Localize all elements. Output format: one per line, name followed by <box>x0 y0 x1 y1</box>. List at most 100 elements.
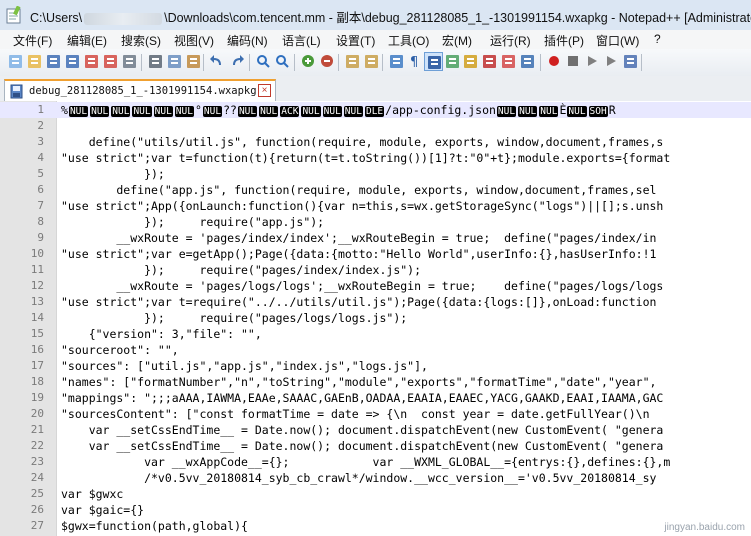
sync-vertical-icon[interactable] <box>343 52 362 71</box>
cut-icon[interactable] <box>146 52 165 71</box>
line-text: }); require("pages/index/index.js"); <box>61 262 421 278</box>
find-icon[interactable] <box>254 52 273 71</box>
control-char-badge: NUL <box>496 106 517 117</box>
code-text: }); require("app.js"); <box>61 215 325 229</box>
code-line: 5 }); <box>0 166 751 182</box>
code-line: 3 define("utils/util.js", function(requi… <box>0 134 751 150</box>
control-char-badge: NUL <box>539 106 559 117</box>
menu-item-12[interactable]: ? <box>654 32 661 46</box>
editor-area[interactable]: 1% NUL NUL NUL NUL NUL NUL ° NUL?? NUL NUL ACK NUL NU… <box>0 101 751 536</box>
doc-map-icon[interactable] <box>461 52 480 71</box>
save-macro-icon[interactable] <box>621 52 640 71</box>
menu-item-0[interactable]: 文件(F) <box>13 32 52 49</box>
code-text: "use strict";var t=require("../../utils/… <box>61 295 657 309</box>
code-text: ° <box>194 103 202 117</box>
user-language-icon[interactable] <box>443 52 462 71</box>
menu-item-1[interactable]: 编辑(E) <box>67 32 107 49</box>
indent-guide-icon[interactable] <box>424 52 443 71</box>
line-number: 8 <box>37 215 44 228</box>
code-text: __wxRoute = 'pages/index/index';__wxRout… <box>61 231 657 245</box>
menu-item-7[interactable]: 工具(O) <box>388 32 429 49</box>
control-char-badge: NUL <box>301 106 321 117</box>
control-char-badge: ACK <box>280 106 300 117</box>
line-number: 17 <box>30 359 44 372</box>
show-all-chars-icon[interactable]: ¶ <box>406 52 425 71</box>
toolbar-separator <box>294 54 295 71</box>
line-number: 13 <box>30 295 44 308</box>
menu-item-10[interactable]: 插件(P) <box>544 32 584 49</box>
menu-item-8[interactable]: 宏(M) <box>442 32 472 49</box>
line-number: 4 <box>37 151 44 164</box>
toolbar-separator <box>249 54 250 71</box>
code-text: define("app.js", function(require, modul… <box>61 183 657 197</box>
control-char-badge: NUL <box>68 106 89 117</box>
code-text: __wxRoute = 'pages/logs/logs';__wxRouteB… <box>61 279 664 293</box>
close-icon[interactable] <box>82 52 101 71</box>
code-line: 26 var $gaic={} <box>0 502 751 518</box>
code-text: "mappings": ";;;aAAA,IAWMA,EAAe,SAAAC,GA… <box>61 391 664 405</box>
menu-item-5[interactable]: 语言(L) <box>282 32 321 49</box>
run-macro-multiple-icon[interactable] <box>602 52 621 71</box>
menu-item-4[interactable]: 编码(N) <box>227 32 268 49</box>
tab-file-active[interactable]: debug_281128085_1_-1301991154.wxapkg × <box>4 79 276 101</box>
function-list-icon[interactable] <box>480 52 499 71</box>
line-number: 2 <box>37 119 44 132</box>
control-char-badge: DLE <box>364 106 385 117</box>
code-line: 10 "use strict";var e=getApp();Page({data… <box>0 246 751 262</box>
code-line: 6 define("app.js", function(require, mod… <box>0 182 751 198</box>
code-line: 7 "use strict";App({onLaunch:function(){v… <box>0 198 751 214</box>
paste-icon[interactable] <box>184 52 203 71</box>
code-line: 15 {"version": 3,"file": "", <box>0 326 751 342</box>
control-char-badge: SOH <box>588 106 608 117</box>
replace-icon[interactable] <box>273 52 292 71</box>
menu-item-6[interactable]: 设置(T) <box>336 32 375 49</box>
line-number: 6 <box>37 183 44 196</box>
sync-horizontal-icon[interactable] <box>362 52 381 71</box>
code-text: /*v0.5vv_20180814_syb_cb_crawl*/window._… <box>61 471 657 485</box>
copy-icon[interactable] <box>165 52 184 71</box>
menu-item-2[interactable]: 搜索(S) <box>121 32 161 49</box>
zoom-in-icon[interactable] <box>299 52 318 71</box>
code-line: 24 /*v0.5vv_20180814_syb_cb_crawl*/windo… <box>0 470 751 486</box>
line-text: "mappings": ";;;aAAA,IAWMA,EAAe,SAAAC,GA… <box>61 390 663 406</box>
undo-icon[interactable] <box>208 52 227 71</box>
monitor-icon[interactable] <box>518 52 537 71</box>
open-file-icon[interactable] <box>25 52 44 71</box>
record-macro-icon[interactable] <box>545 52 564 71</box>
close-all-icon[interactable] <box>101 52 120 71</box>
code-line: 27 $gwx=function(path,global){ <box>0 518 751 534</box>
line-number: 12 <box>30 279 44 292</box>
save-all-icon[interactable] <box>63 52 82 71</box>
tab-close-button[interactable]: × <box>258 84 271 97</box>
line-number: 22 <box>30 439 44 452</box>
menu-item-3[interactable]: 视图(V) <box>174 32 214 49</box>
save-icon[interactable] <box>44 52 63 71</box>
line-text: var $gaic={} <box>61 502 144 518</box>
line-text: "use strict";var t=require("../../utils/… <box>61 294 656 310</box>
line-text: /*v0.5vv_20180814_syb_cb_crawl*/window._… <box>61 470 656 486</box>
stop-macro-icon[interactable] <box>564 52 583 71</box>
toolbar-separator <box>141 54 142 71</box>
zoom-out-icon[interactable] <box>318 52 337 71</box>
toolbar-separator <box>382 54 383 71</box>
print-icon[interactable] <box>120 52 139 71</box>
code-text: var __setCssEndTime__ = Date.now(); docu… <box>61 423 664 437</box>
code-text: % <box>61 103 68 117</box>
menu-item-9[interactable]: 运行(R) <box>490 32 531 49</box>
code-line: 8 }); require("app.js"); <box>0 214 751 230</box>
control-char-badge: NUL <box>153 106 173 117</box>
redo-icon[interactable] <box>228 52 247 71</box>
folder-workspace-icon[interactable] <box>499 52 518 71</box>
code-text: /app-config.json <box>385 103 496 117</box>
line-text: }); require("pages/logs/logs.js"); <box>61 310 407 326</box>
new-file-icon[interactable] <box>6 52 25 71</box>
code-text: }); require("pages/index/index.js"); <box>61 263 422 277</box>
code-line: 20 "sourcesContent": ["const formatTime =… <box>0 406 751 422</box>
line-text: define("utils/util.js", function(require… <box>61 134 664 150</box>
line-text: __wxRoute = 'pages/logs/logs';__wxRouteB… <box>61 278 663 294</box>
menu-item-11[interactable]: 窗口(W) <box>596 32 639 49</box>
control-char-badge: NUL <box>132 106 152 117</box>
code-line: 22 var __setCssEndTime__ = Date.now(); d… <box>0 438 751 454</box>
word-wrap-icon[interactable] <box>387 52 406 71</box>
play-macro-icon[interactable] <box>583 52 602 71</box>
